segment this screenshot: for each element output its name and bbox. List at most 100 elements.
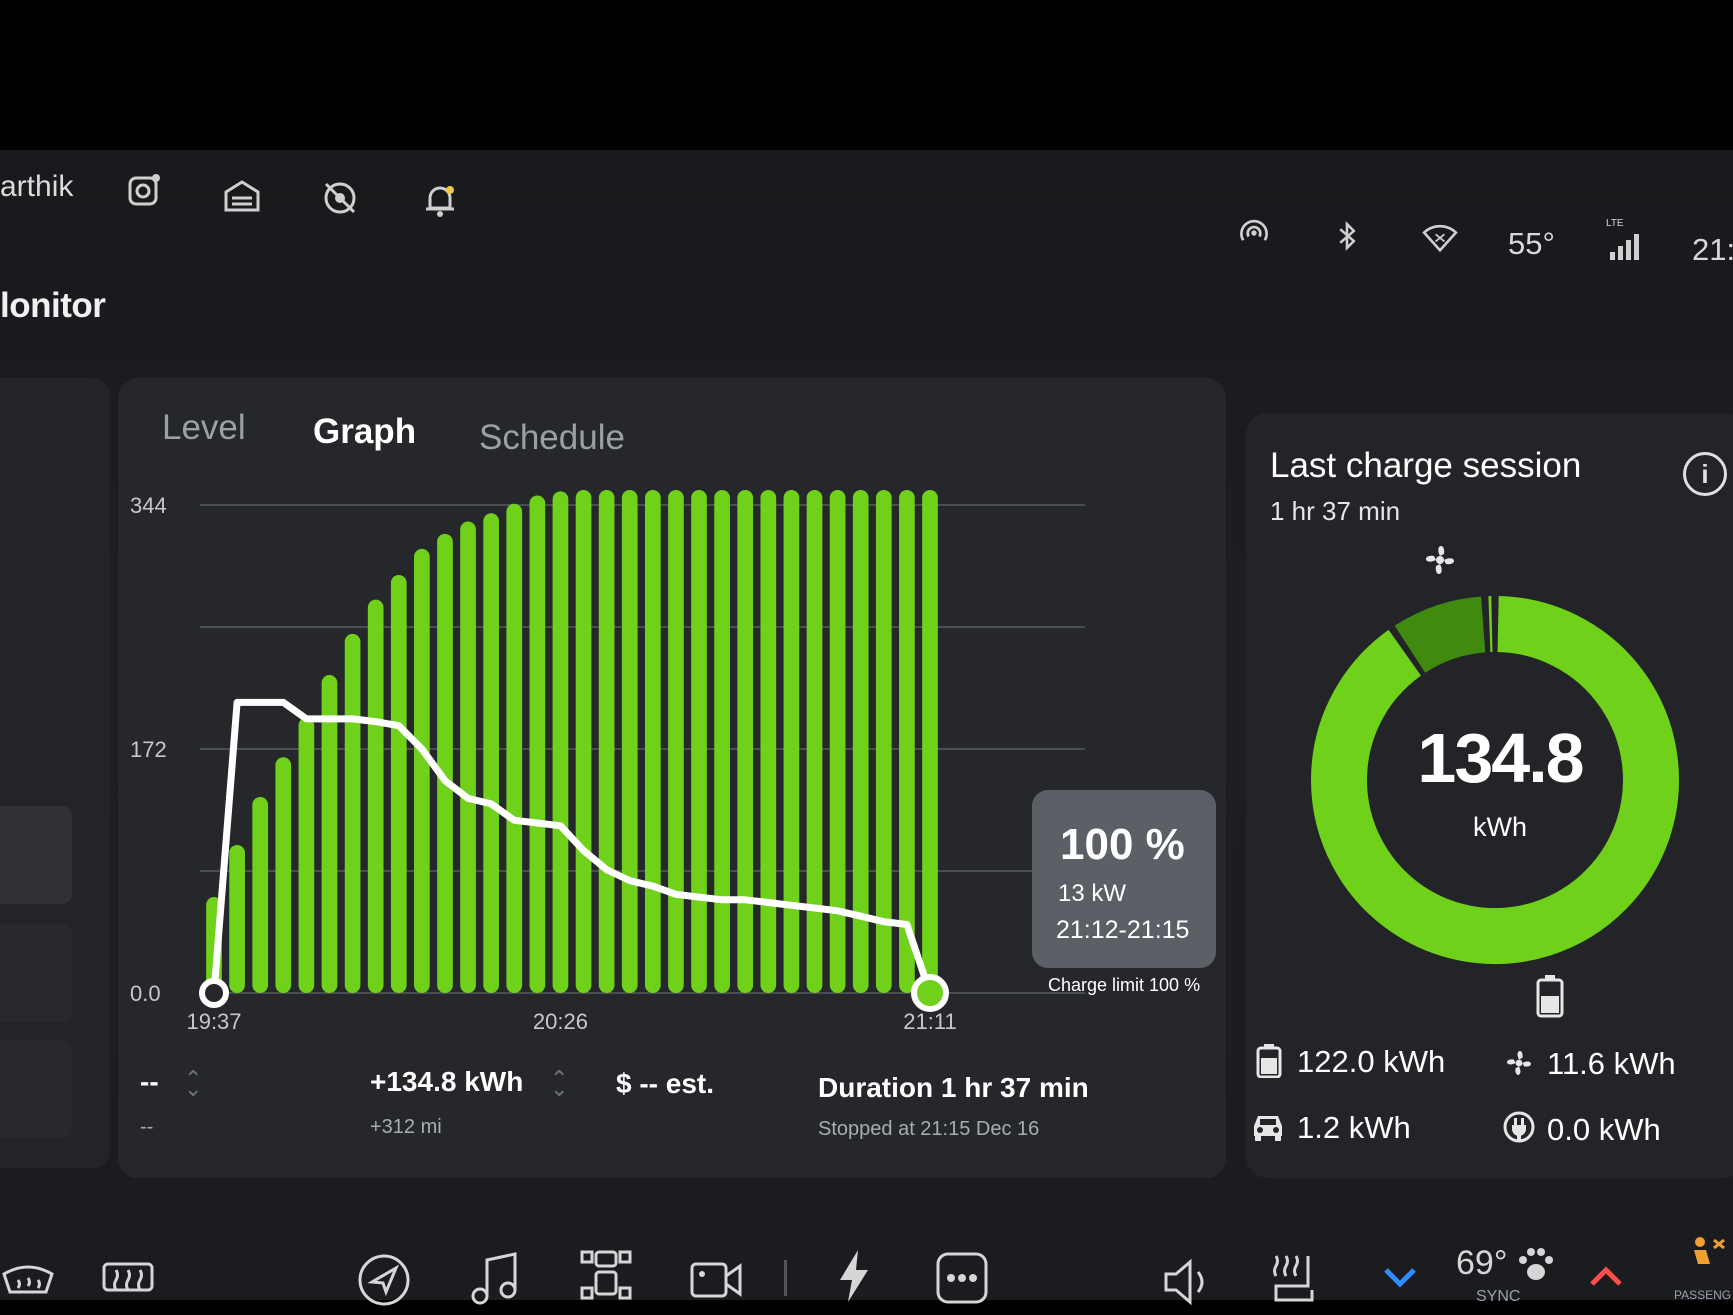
power-bar [645, 490, 661, 993]
donut-climate-segment [1410, 624, 1483, 649]
tooltip-time-range: 21:12-21:15 [1056, 916, 1189, 945]
end-point-marker[interactable] [914, 977, 946, 1009]
outside-temperature: 55° [1508, 226, 1555, 262]
range-added: +312 mi [370, 1116, 442, 1139]
music-icon[interactable] [466, 1250, 522, 1306]
power-bar [483, 513, 499, 993]
bluetooth-icon[interactable] [1330, 218, 1364, 254]
volume-icon[interactable] [1160, 1254, 1216, 1310]
tab-schedule[interactable]: Schedule [479, 418, 625, 458]
power-bar [322, 675, 338, 993]
defrost-rear-icon[interactable] [100, 1254, 156, 1310]
dashcam-icon[interactable] [124, 170, 164, 210]
cost-estimate: $ -- est. [616, 1068, 714, 1100]
dock-divider [784, 1260, 787, 1296]
tooltip-power: 13 kW [1058, 880, 1126, 908]
power-bar [530, 495, 546, 993]
tab-level[interactable]: Level [162, 408, 246, 448]
x-tick-label: 21:11 [903, 1009, 956, 1034]
user-name[interactable]: arthik [0, 170, 73, 204]
power-bar [599, 490, 615, 993]
power-bar [414, 549, 430, 993]
chevron-down-icon[interactable] [1380, 1262, 1420, 1292]
car-icon [1250, 1108, 1286, 1142]
soc-line [214, 702, 930, 993]
network-type: LTE [1606, 218, 1624, 229]
power-bar [784, 490, 800, 993]
toybox-icon[interactable] [578, 1248, 634, 1304]
duration: Duration 1 hr 37 min [818, 1072, 1089, 1104]
session-energy-unit: kWh [1400, 812, 1600, 843]
y-tick-label: 0.0 [130, 981, 161, 1006]
sort-chevron-icon[interactable]: ⌄ [550, 1076, 568, 1102]
sync-label: SYNC [1476, 1288, 1520, 1306]
session-energy-total: 134.8 [1400, 718, 1600, 798]
battery-icon [1256, 1044, 1282, 1078]
power-bar [760, 490, 776, 993]
battery-icon [1535, 974, 1565, 1018]
stat-left-sub: -- [140, 1116, 153, 1139]
defrost-front-icon[interactable] [0, 1254, 56, 1310]
passenger-airbag-icon [1688, 1234, 1728, 1274]
y-tick-label: 344 [130, 493, 167, 518]
power-bar [229, 845, 245, 993]
power-bar [275, 757, 291, 993]
plug-icon [1502, 1110, 1536, 1144]
fan-icon [1502, 1046, 1536, 1080]
info-icon[interactable]: i [1683, 452, 1727, 496]
chevron-up-icon[interactable] [1586, 1262, 1626, 1292]
sort-chevron-icon[interactable]: ⌄ [184, 1076, 202, 1102]
power-bar [553, 491, 569, 993]
start-point-marker[interactable] [202, 981, 226, 1005]
last-session-duration: 1 hr 37 min [1270, 496, 1400, 527]
hotspot-icon[interactable] [1236, 215, 1272, 251]
power-bar [391, 575, 407, 993]
power-bar [922, 490, 938, 993]
power-bar [737, 490, 753, 993]
charge-limit-label: Charge limit 100 % [1048, 975, 1200, 996]
tab-graph[interactable]: Graph [313, 412, 416, 452]
left-panel-button[interactable] [0, 924, 72, 1022]
power-bar [368, 600, 384, 993]
fan-icon [1420, 540, 1460, 580]
power-bar [437, 534, 453, 993]
power-bar [345, 634, 361, 993]
power-bar [506, 504, 522, 993]
power-bar [899, 490, 915, 993]
wifi-icon[interactable] [1422, 222, 1458, 252]
power-bar [830, 490, 846, 993]
y-tick-label: 172 [130, 737, 167, 762]
clock: 21:1 [1692, 232, 1733, 268]
x-tick-label: 20:26 [533, 1009, 588, 1034]
climate-energy: 11.6 kWh [1547, 1046, 1676, 1082]
power-bar [460, 522, 476, 993]
power-bar [668, 490, 684, 993]
tooltip-percent: 100 % [1060, 820, 1185, 870]
power-bar [691, 490, 707, 993]
power-bar [807, 490, 823, 993]
dog-mode-icon[interactable] [1516, 1244, 1556, 1284]
more-icon[interactable] [934, 1250, 990, 1306]
seat-heat-icon[interactable] [1266, 1250, 1322, 1306]
energy-added: +134.8 kWh [370, 1066, 523, 1098]
stat-left-value: -- [140, 1066, 159, 1098]
stopped-at: Stopped at 21:15 Dec 16 [818, 1118, 1039, 1141]
power-bar [252, 797, 268, 993]
cellular-signal-icon [1608, 226, 1642, 262]
driving-energy: 1.2 kWh [1297, 1110, 1411, 1146]
power-bar [622, 490, 638, 993]
left-panel-button[interactable] [0, 1040, 72, 1138]
notification-bell-icon[interactable] [420, 180, 460, 220]
sentry-off-icon[interactable] [320, 178, 360, 218]
x-tick-label: 19:37 [186, 1009, 241, 1034]
left-panel-button[interactable] [0, 806, 72, 904]
garage-icon[interactable] [222, 176, 262, 216]
power-bar [299, 718, 315, 993]
power-bar [576, 490, 592, 993]
other-energy: 0.0 kWh [1547, 1112, 1661, 1148]
last-session-title: Last charge session [1270, 446, 1581, 486]
page-title: lonitor [0, 286, 105, 326]
charging-icon[interactable] [826, 1248, 882, 1304]
power-bar [714, 490, 730, 993]
cabin-temperature[interactable]: 69° [1456, 1244, 1507, 1283]
